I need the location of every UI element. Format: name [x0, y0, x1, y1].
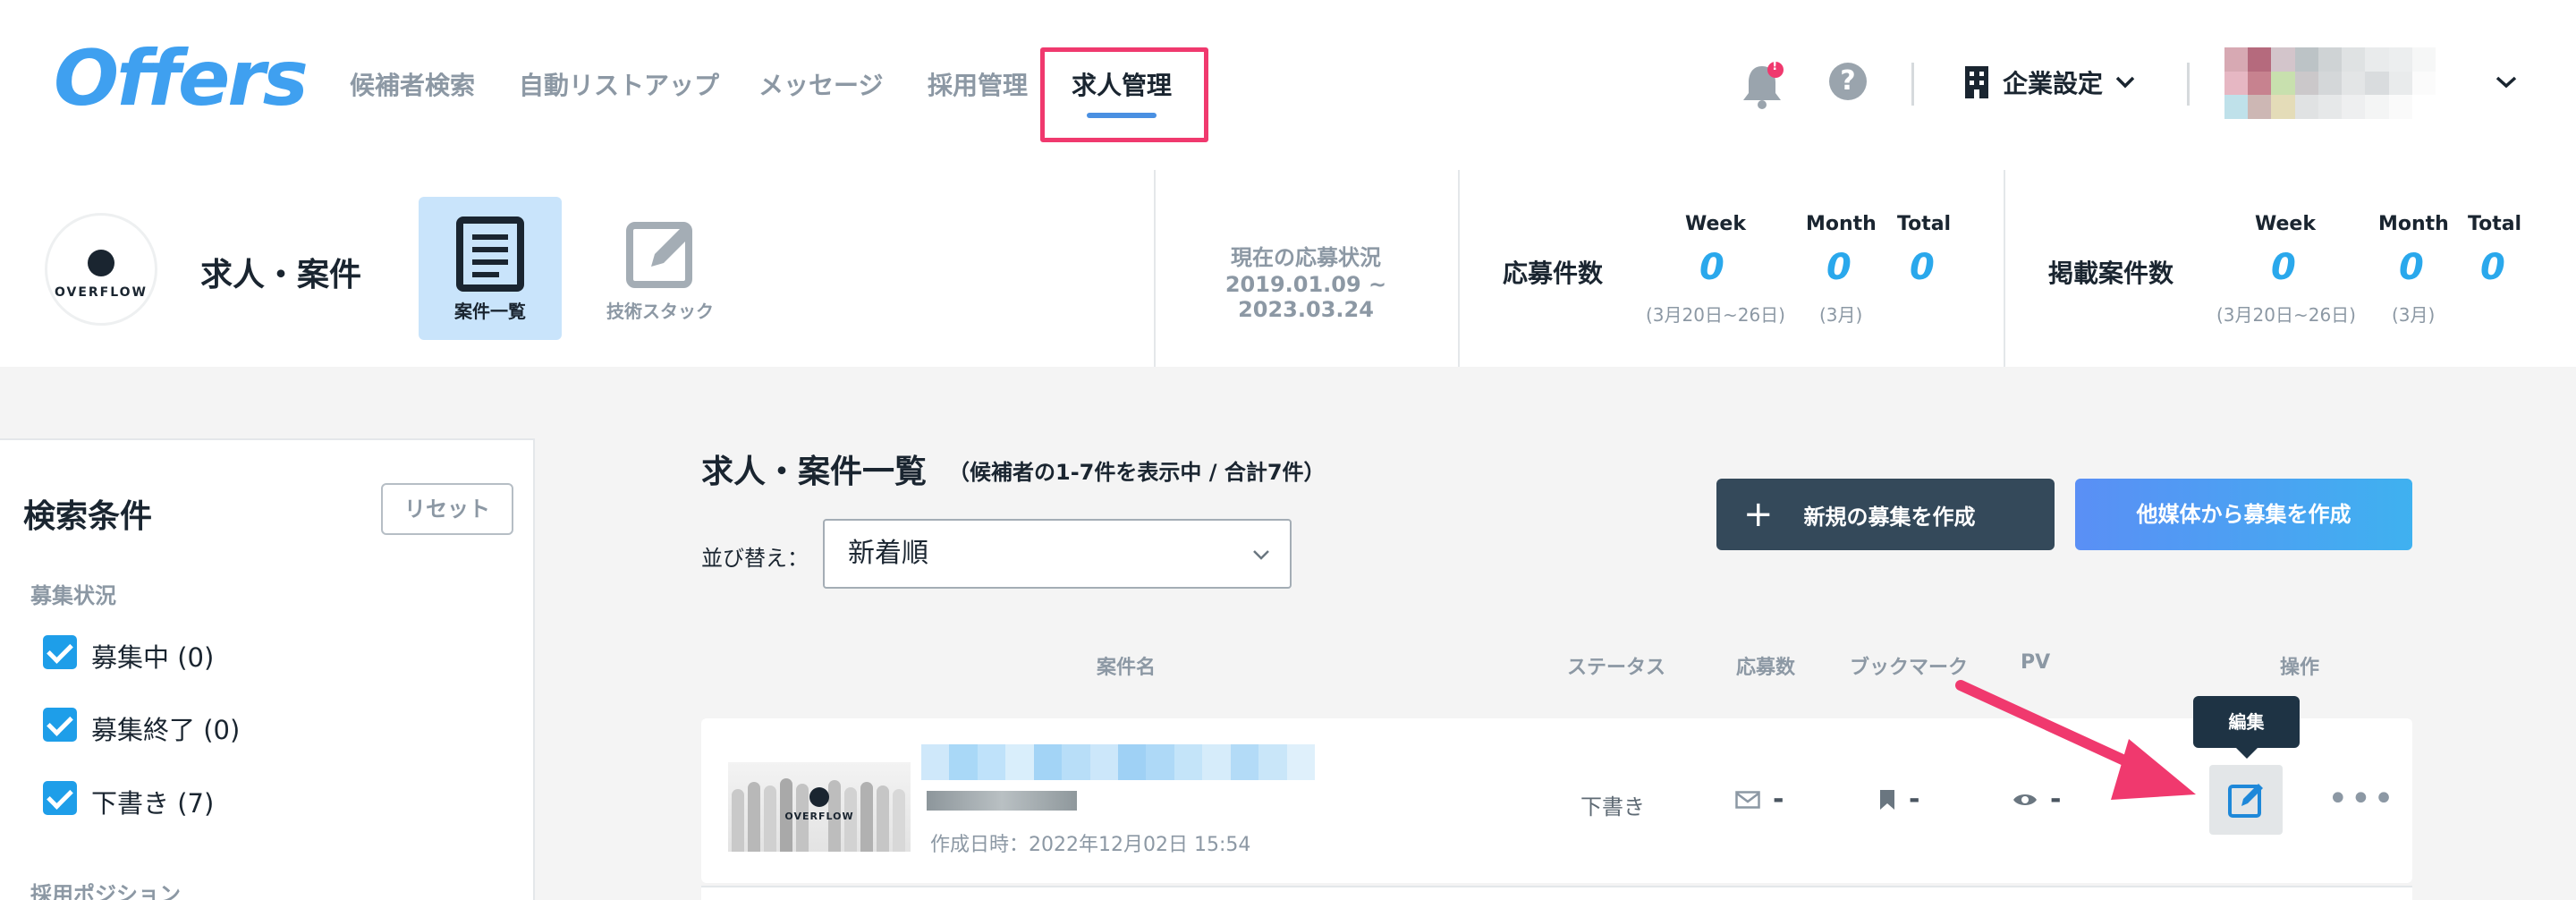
- filter-panel-title: 検索条件: [23, 498, 153, 535]
- column-header-pv: PV: [2021, 651, 2051, 674]
- listings-stat-label: 掲載案件数: [2048, 259, 2174, 288]
- position-filter-label: 採用ポジション: [30, 882, 181, 900]
- band-divider-1: [1154, 170, 1156, 367]
- listings-week-value: 0: [2271, 247, 2296, 288]
- thumbnail-logo-mark: [809, 787, 829, 807]
- company-logo: OVERFLOW: [45, 213, 157, 326]
- tab-tech-stack[interactable]: 技術スタック: [589, 197, 732, 340]
- filter-closed-checkbox[interactable]: [43, 708, 77, 742]
- column-header-name: 案件名: [1097, 657, 1157, 679]
- period-range: 2019.01.09 ~ 2023.03.24: [1224, 272, 1387, 322]
- more-actions-icon[interactable]: •••: [2327, 778, 2396, 819]
- job-status: 下書き: [1580, 794, 1645, 819]
- applications-week-header: Week: [1685, 213, 1746, 235]
- tab-job-list[interactable]: 案件一覧: [419, 197, 562, 340]
- page-title: 求人・案件: [200, 257, 362, 293]
- column-header-actions: 操作: [2280, 657, 2320, 679]
- company-logo-text: OVERFLOW: [54, 285, 148, 300]
- sort-select[interactable]: 新着順: [823, 519, 1292, 589]
- tab-tech-stack-label: 技術スタック: [606, 301, 714, 322]
- filter-draft-label: 下書き (7): [91, 788, 215, 819]
- applications-month-period: (3月): [1819, 304, 1863, 326]
- notification-badge: !: [1772, 59, 1778, 73]
- nav-highlight-annotation: [1040, 47, 1208, 142]
- job-applications-value: -: [1773, 784, 1784, 815]
- period-title: 現在の応募状況: [1231, 245, 1381, 270]
- applications-week-period: (3月20日~26日): [1646, 304, 1785, 326]
- column-header-status: ステータス: [1567, 657, 1666, 679]
- header-divider: [1911, 63, 1914, 106]
- job-title-blurred[interactable]: [921, 744, 1315, 780]
- applications-month-value: 0: [1826, 247, 1852, 288]
- applications-week-value: 0: [1699, 247, 1724, 288]
- sort-selected-value: 新着順: [848, 538, 928, 569]
- document-icon: [456, 217, 524, 292]
- nav-hiring-management[interactable]: 採用管理: [928, 66, 1028, 102]
- header-divider-2: [2187, 63, 2190, 106]
- edit-button[interactable]: [2209, 765, 2283, 835]
- tab-job-list-label: 案件一覧: [454, 301, 526, 322]
- listings-month-header: Month: [2378, 213, 2449, 235]
- offers-logo[interactable]: Offers: [54, 34, 309, 123]
- thumbnail-logo-text: OVERFLOW: [784, 811, 854, 822]
- filter-draft-checkbox[interactable]: [43, 781, 77, 815]
- job-created-date: 作成日時：2022年12月02日 15:54: [930, 834, 1251, 856]
- chevron-down-icon: [1253, 550, 1269, 560]
- applications-stat-label: 応募件数: [1503, 259, 1604, 288]
- applications-total-header: Total: [1897, 213, 1952, 235]
- filter-open-checkbox[interactable]: [43, 635, 77, 669]
- nav-candidate-search[interactable]: 候補者検索: [350, 66, 475, 102]
- user-menu-chevron-icon[interactable]: [2496, 76, 2517, 89]
- job-bookmark-value: -: [1909, 784, 1920, 815]
- import-job-button[interactable]: 他媒体から募集を作成: [2075, 479, 2412, 550]
- listings-week-period: (3月20日~26日): [2216, 304, 2356, 326]
- job-list-title: 求人・案件一覧: [701, 454, 928, 490]
- listings-total-value: 0: [2480, 247, 2505, 288]
- edit-icon: [2228, 784, 2263, 818]
- job-applications-count: -: [1735, 784, 1784, 815]
- create-new-job-button[interactable]: + 新規の募集を作成: [1716, 479, 2055, 550]
- company-settings-menu[interactable]: 企業設定: [1963, 63, 2135, 102]
- help-icon[interactable]: ?: [1829, 63, 1867, 100]
- sort-label: 並び替え：: [701, 546, 809, 571]
- applications-month-header: Month: [1806, 213, 1877, 235]
- nav-messages[interactable]: メッセージ: [758, 66, 883, 102]
- company-logo-mark: [88, 250, 114, 276]
- listings-week-header: Week: [2255, 213, 2316, 235]
- applications-total-value: 0: [1910, 247, 1935, 288]
- filter-open-label: 募集中 (0): [91, 642, 215, 673]
- company-settings-label: 企業設定: [2003, 69, 2104, 98]
- plus-icon: +: [1743, 494, 1774, 535]
- reset-button[interactable]: リセット: [381, 483, 513, 535]
- pointer-arrow-annotation: [1955, 680, 2196, 800]
- user-avatar[interactable]: [2224, 47, 2436, 119]
- listings-total-header: Total: [2468, 213, 2522, 235]
- create-new-job-label: 新規の募集を作成: [1803, 504, 1976, 530]
- filter-closed-label: 募集終了 (0): [91, 715, 241, 745]
- next-row-edge: [701, 886, 2412, 900]
- listings-month-value: 0: [2399, 247, 2424, 288]
- building-icon: [1965, 66, 1988, 98]
- mail-icon: [1735, 790, 1760, 809]
- job-thumbnail: OVERFLOW: [728, 762, 911, 852]
- column-header-applications: 応募数: [1736, 657, 1796, 679]
- band-divider-3: [2004, 170, 2005, 367]
- job-list-count: （候補者の1-7件を表示中 / 合計7件）: [948, 460, 1326, 485]
- job-bookmark-count: -: [1878, 784, 1919, 815]
- band-divider-2: [1458, 170, 1460, 367]
- edit-icon: [626, 222, 692, 288]
- listings-month-period: (3月): [2392, 304, 2436, 326]
- chevron-down-icon: [2115, 76, 2135, 89]
- recruit-status-label: 募集状況: [30, 583, 116, 608]
- job-subtitle-blurred: [927, 791, 1077, 811]
- nav-auto-listup[interactable]: 自動リストアップ: [519, 66, 719, 102]
- bookmark-icon: [1880, 789, 1894, 810]
- notification-bell-icon[interactable]: !: [1740, 59, 1784, 111]
